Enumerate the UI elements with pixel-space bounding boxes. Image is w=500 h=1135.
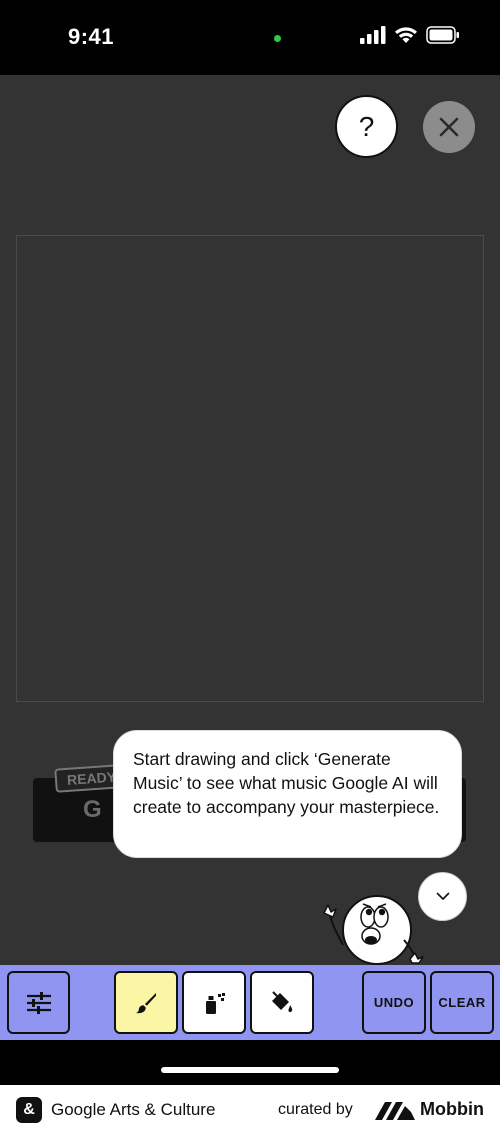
footer: & Google Arts & Culture curated by Mobbi… [0,1085,500,1135]
home-indicator-area [0,1040,500,1085]
settings-button[interactable] [7,971,70,1034]
spray-can-icon [206,992,225,1014]
drawing-canvas[interactable] [16,235,484,702]
fill-tool-button[interactable] [250,971,314,1034]
privacy-indicator-dot [274,35,281,42]
close-button[interactable] [423,101,475,153]
status-bar: 9:41 [0,0,500,75]
sliders-icon [26,991,51,1014]
help-button[interactable]: ? [335,95,398,158]
close-icon [439,117,459,137]
mobbin-brand-text: Mobbin [420,1099,484,1119]
undo-button[interactable]: UNDO [362,971,426,1034]
wifi-icon [395,27,417,43]
brush-icon [136,992,156,1013]
toolbar: UNDO CLEAR [0,965,500,1040]
spray-tool-button[interactable] [182,971,246,1034]
signal-icon [360,26,386,44]
brush-tool-button[interactable] [114,971,178,1034]
mascot-character [323,895,424,965]
app-logo: & [16,1097,42,1123]
home-indicator[interactable] [161,1067,339,1073]
app-area: ? G READY Start drawing and click ‘Gener… [0,75,500,1040]
chevron-down-icon [436,892,449,900]
tooltip-text: Start drawing and click ‘Generate Music’… [133,749,440,817]
mobbin-logo-icon [375,1102,415,1120]
status-time: 9:41 [68,24,115,49]
paint-bucket-icon [272,990,293,1012]
generate-button-label: G [83,796,103,823]
footer-app-name: Google Arts & Culture [51,1100,216,1119]
battery-icon [426,26,459,44]
tooltip-bubble: Start drawing and click ‘Generate Music’… [113,730,462,858]
clear-button[interactable]: CLEAR [430,971,494,1034]
status-icons [360,26,460,44]
curated-by-text: curated by [278,1101,353,1118]
